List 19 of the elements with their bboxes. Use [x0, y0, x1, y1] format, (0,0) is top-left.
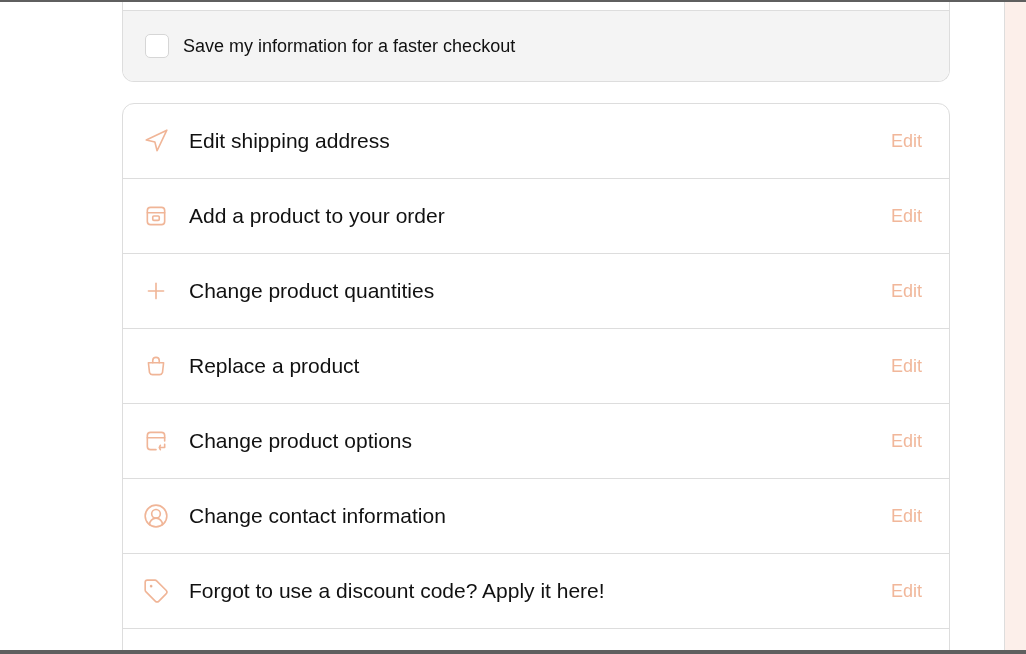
- action-label: Replace a product: [189, 354, 361, 378]
- action-row[interactable]: Replace a product Edit: [123, 329, 949, 404]
- action-row[interactable]: Add a product to your order Edit: [123, 179, 949, 254]
- action-label: Change product quantities: [189, 279, 436, 303]
- action-label: Edit shipping address: [189, 129, 391, 153]
- action-label: Change product options: [189, 429, 413, 453]
- action-label: Change contact information: [189, 504, 447, 528]
- user-circle-icon: [143, 503, 169, 529]
- tag-icon: [143, 578, 169, 604]
- action-row[interactable]: Edit shipping address Edit: [123, 104, 949, 179]
- action-row[interactable]: Change product quantities Edit: [123, 254, 949, 329]
- action-label: Forgot to use a discount code? Apply it here!: [189, 579, 606, 603]
- checkbox-label: Save my information for a faster checkout: [183, 35, 516, 57]
- checkbox[interactable]: [145, 34, 169, 58]
- action-row[interactable]: Change contact information Edit: [123, 479, 949, 554]
- action-row[interactable]: Forgot to use a discount code? Apply it here! Edit: [123, 554, 949, 629]
- navigation-arrow-icon: [143, 128, 169, 154]
- action-row[interactable]: Change product options Edit: [123, 404, 949, 479]
- action-label: Add a product to your order: [189, 204, 446, 228]
